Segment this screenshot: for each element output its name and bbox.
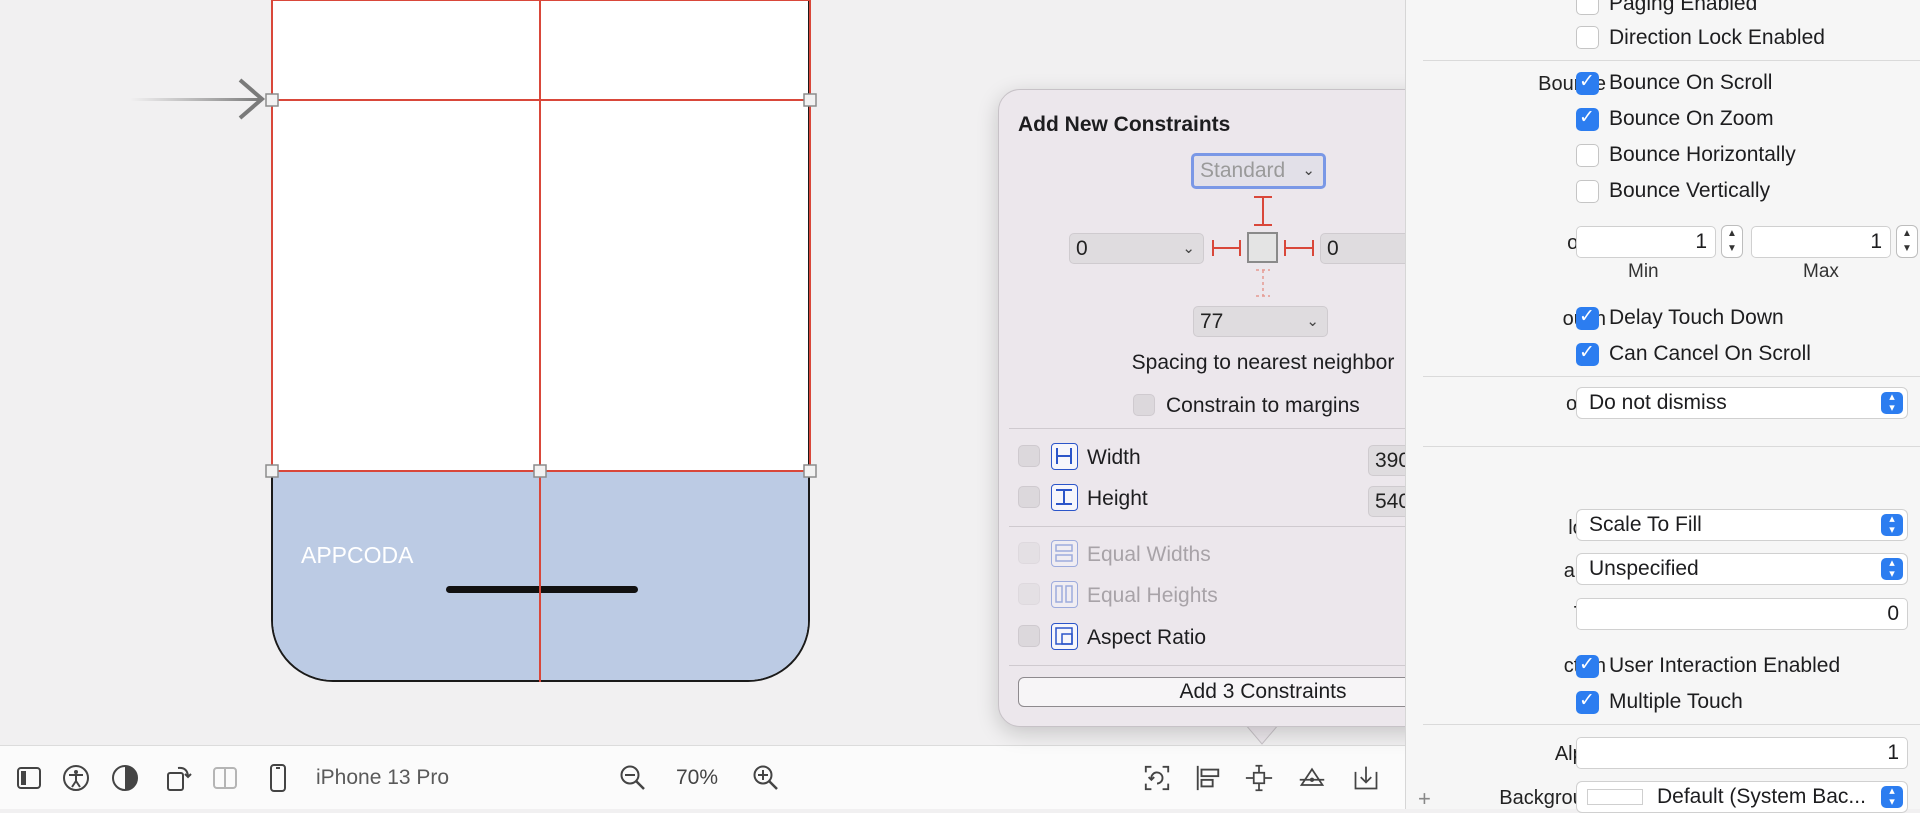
constrain-margins-label: Constrain to margins [1166,394,1360,417]
semantic-value: Unspecified [1589,557,1699,580]
align-icon[interactable] [1194,764,1222,792]
user-interaction-label: User Interaction Enabled [1609,654,1841,677]
bounce-horizontally-label: Bounce Horizontally [1609,143,1796,166]
can-cancel-checkbox[interactable] [1576,341,1599,366]
width-checkbox[interactable] [1018,445,1040,467]
width-constraint-icon [1051,443,1078,470]
chevron-down-icon: ⌄ [1306,313,1319,330]
width-label: Width [1087,446,1141,469]
bottom-spacing-value: 77 [1200,310,1224,333]
device-name[interactable]: iPhone 13 Pro [316,766,449,790]
resolve-auto-layout-icon[interactable] [1298,764,1326,792]
appcoda-label[interactable]: APPCODA [301,542,413,569]
divider [1423,724,1920,725]
zoom-min-caption: Min [1628,261,1659,282]
left-spacing-dropdown[interactable]: 0 ⌄ [1069,233,1204,264]
tag-field[interactable]: 0 [1576,598,1908,630]
divider [1423,376,1920,377]
direction-lock-checkbox[interactable] [1576,26,1599,49]
content-mode-select[interactable]: Scale To Fill ▴ ▾ [1576,509,1908,541]
background-value: Default (System Bac... [1657,785,1866,808]
paging-enabled-checkbox[interactable] [1576,0,1599,15]
initial-view-controller-arrow [130,78,266,120]
equal-widths-label: Equal Widths [1087,543,1211,566]
zoom-max-field[interactable]: 1 [1751,226,1891,258]
user-interaction-checkbox[interactable] [1576,653,1599,678]
split-view-icon [211,764,239,792]
bounce-on-scroll-label: Bounce On Scroll [1609,71,1773,94]
paging-enabled-label: Paging Enabled [1609,0,1758,15]
delay-touch-down-checkbox[interactable] [1576,305,1599,330]
equal-heights-icon [1051,581,1078,608]
zoom-max-stepper[interactable]: ▲ ▼ [1896,225,1918,258]
content-mode-value: Scale To Fill [1589,513,1702,536]
toggle-outline-icon[interactable] [15,764,43,792]
bounce-vertically-label: Bounce Vertically [1609,179,1771,202]
direction-lock-label: Direction Lock Enabled [1609,26,1825,49]
appearance-icon[interactable] [111,764,139,792]
equal-widths-checkbox [1018,542,1040,564]
divider [1423,60,1920,61]
add-new-constraints-icon[interactable] [1245,764,1273,792]
zoom-level[interactable]: 70% [676,766,718,790]
popover-arrow [1245,724,1279,745]
zoom-min-field[interactable]: 1 [1576,226,1716,258]
select-arrows-icon: ▴ ▾ [1881,392,1903,414]
bounce-on-scroll-checkbox[interactable] [1576,70,1599,95]
delay-touch-down-label: Delay Touch Down [1609,306,1784,329]
select-arrows-icon: ▴ ▾ [1881,558,1903,580]
embed-in-icon[interactable] [1352,764,1380,792]
zoom-min-stepper[interactable]: ▲ ▼ [1721,225,1743,258]
canvas-bottom-toolbar: iPhone 13 Pro 70% [0,745,1405,809]
zoom-in-icon[interactable] [752,764,780,792]
keyboard-dismiss-select[interactable]: Do not dismiss ▴ ▾ [1576,387,1908,419]
select-arrows-icon: ▴ ▾ [1881,514,1903,536]
keyboard-dismiss-value: Do not dismiss [1589,391,1727,414]
chevron-down-icon: ⌄ [1182,240,1195,257]
add-variation-icon[interactable]: + [1418,786,1431,812]
aspect-ratio-icon [1051,623,1078,650]
constraint-view-box [1247,232,1278,263]
height-label: Height [1087,487,1148,510]
equal-widths-icon [1051,540,1078,567]
zoom-max-caption: Max [1803,261,1839,282]
divider [1423,446,1920,447]
bottom-blue-view[interactable] [273,470,808,680]
bounce-on-zoom-checkbox[interactable] [1576,106,1599,131]
semantic-select[interactable]: Unspecified ▴ ▾ [1576,553,1908,585]
right-spacing-value: 0 [1327,237,1339,260]
bounce-on-zoom-label: Bounce On Zoom [1609,107,1774,130]
home-indicator [446,586,638,593]
accessibility-icon[interactable] [62,764,90,792]
aspect-ratio-label: Aspect Ratio [1087,626,1207,649]
update-frames-icon[interactable] [1143,764,1171,792]
select-arrows-icon: ▴ ▾ [1881,786,1903,808]
device-icon[interactable] [264,764,292,792]
height-checkbox[interactable] [1018,486,1040,508]
aspect-ratio-checkbox[interactable] [1018,625,1040,647]
attributes-inspector: Paging Enabled Direction Lock Enabled Bo… [1405,0,1920,813]
bottom-spacing-dropdown[interactable]: 77 ⌄ [1193,306,1328,337]
zoom-out-icon[interactable] [619,764,647,792]
left-spacing-value: 0 [1076,237,1088,260]
bounce-vertically-checkbox[interactable] [1576,180,1599,203]
equal-heights-checkbox [1018,583,1040,605]
equal-heights-label: Equal Heights [1087,584,1218,607]
constrain-margins-checkbox[interactable] [1133,394,1155,416]
device-frame[interactable]: APPCODA [271,0,810,682]
bounce-horizontally-checkbox[interactable] [1576,144,1599,167]
multiple-touch-label: Multiple Touch [1609,690,1743,713]
orientation-icon[interactable] [165,764,193,792]
color-swatch [1587,789,1643,805]
alpha-field[interactable]: 1 [1576,737,1908,769]
multiple-touch-checkbox[interactable] [1576,689,1599,714]
height-constraint-icon [1051,484,1078,511]
can-cancel-label: Can Cancel On Scroll [1609,342,1811,365]
background-select[interactable]: Default (System Bac... ▴ ▾ [1576,781,1908,813]
